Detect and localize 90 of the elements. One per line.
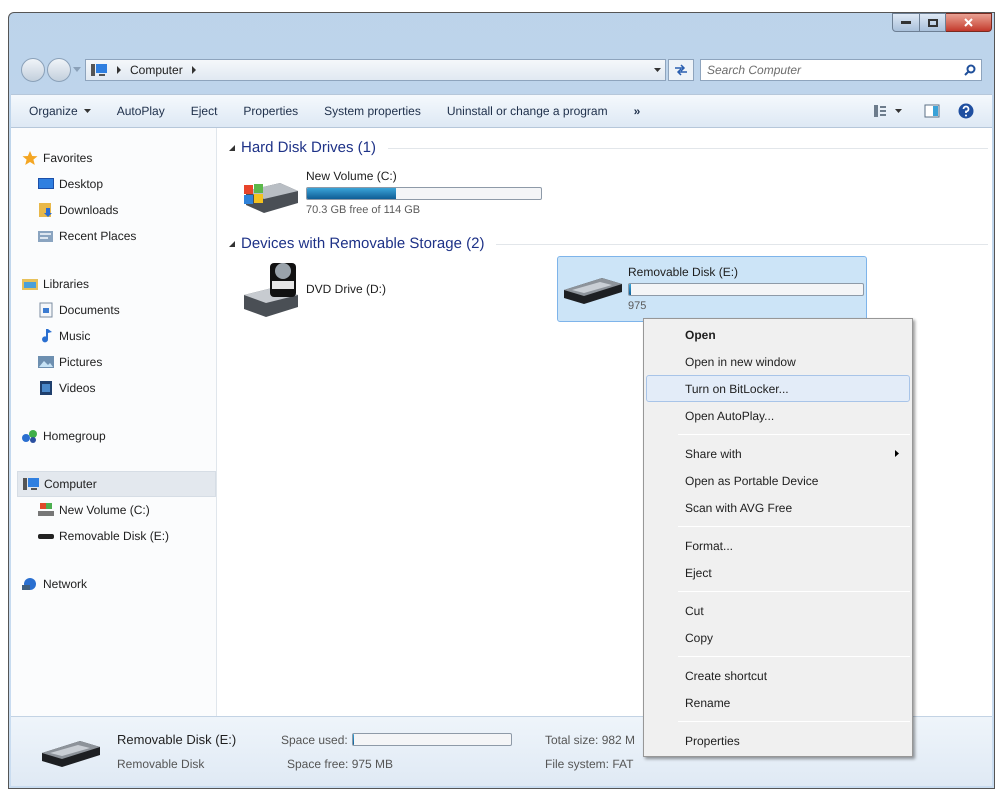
breadcrumb-arrow-icon bbox=[190, 66, 197, 74]
monitor-icon bbox=[37, 176, 55, 192]
menu-item[interactable]: Open bbox=[646, 321, 910, 348]
drive-name: New Volume (C:) bbox=[306, 168, 398, 186]
menu-item[interactable]: Open in new window bbox=[646, 348, 910, 375]
caret-icon bbox=[895, 109, 902, 113]
document-icon bbox=[37, 302, 55, 318]
view-options-button[interactable] bbox=[873, 104, 902, 118]
menu-item[interactable]: Eject bbox=[646, 559, 910, 586]
submenu-arrow-icon bbox=[895, 450, 899, 457]
overflow-button[interactable]: » bbox=[634, 102, 640, 120]
homegroup-icon bbox=[21, 428, 39, 444]
caret-icon bbox=[654, 68, 661, 72]
minimize-button[interactable] bbox=[892, 13, 920, 32]
menu-item[interactable]: Create shortcut bbox=[646, 662, 910, 689]
toolbar-button[interactable]: AutoPlay bbox=[116, 102, 165, 120]
nav-item[interactable]: Removable Disk (E:) bbox=[17, 523, 216, 549]
menu-item[interactable]: Format... bbox=[646, 532, 910, 559]
nav-item[interactable]: New Volume (C:) bbox=[17, 497, 216, 523]
toolbar-button[interactable]: Eject bbox=[190, 102, 218, 120]
nav-item[interactable]: Videos bbox=[17, 375, 216, 401]
nav-item[interactable]: Favorites bbox=[17, 145, 216, 171]
drive-tile[interactable]: DVD Drive (D:) bbox=[235, 256, 545, 322]
preview-pane-icon bbox=[924, 104, 940, 118]
toolbar-button[interactable]: Organize bbox=[29, 102, 91, 120]
computer-icon bbox=[22, 476, 40, 492]
menu-item[interactable]: Rename bbox=[646, 689, 910, 716]
maximize-icon bbox=[928, 18, 938, 26]
toolbar-button[interactable]: Uninstall or change a program bbox=[446, 102, 608, 120]
address-bar[interactable]: Computer bbox=[85, 59, 666, 81]
nav-item[interactable]: Downloads bbox=[17, 197, 216, 223]
nav-item[interactable]: Computer bbox=[17, 471, 216, 497]
details-title: Removable Disk (E:) bbox=[117, 730, 238, 749]
drive-free-space: 975 bbox=[628, 299, 648, 314]
menu-item[interactable]: Copy bbox=[646, 624, 910, 651]
drive-tile[interactable]: New Volume (C:) 70.3 GB free of 114 GB bbox=[235, 160, 545, 226]
caret-icon bbox=[84, 109, 91, 113]
nav-item[interactable]: Music bbox=[17, 323, 216, 349]
toolbar-button[interactable]: System properties bbox=[324, 102, 421, 120]
breadcrumb[interactable]: Computer bbox=[130, 61, 183, 79]
close-button[interactable] bbox=[946, 13, 992, 32]
maximize-button[interactable] bbox=[920, 13, 946, 32]
picture-icon bbox=[37, 354, 55, 370]
folder-icon bbox=[21, 276, 39, 292]
view-list-icon bbox=[873, 104, 887, 118]
network-icon bbox=[21, 576, 39, 592]
close-icon bbox=[964, 18, 973, 27]
menu-item[interactable]: Turn on BitLocker... bbox=[646, 375, 910, 402]
refresh-icon bbox=[674, 64, 688, 76]
folder-icon bbox=[37, 202, 55, 218]
menu-item[interactable]: Share with bbox=[646, 440, 910, 467]
menu-item[interactable]: Cut bbox=[646, 597, 910, 624]
menu-item[interactable]: Properties bbox=[646, 727, 910, 754]
breadcrumb-arrow-icon bbox=[116, 66, 122, 74]
star-icon bbox=[21, 150, 39, 166]
total-size-text: Total size: 982 M bbox=[545, 732, 636, 748]
collapse-arrow-icon[interactable] bbox=[229, 145, 235, 151]
group-header[interactable]: Hard Disk Drives (1) bbox=[241, 136, 376, 160]
minimize-icon bbox=[901, 21, 911, 24]
file-system-text: File system: FAT bbox=[545, 756, 634, 772]
help-icon bbox=[958, 103, 974, 119]
menu-item[interactable]: Scan with AVG Free bbox=[646, 494, 910, 521]
search-field[interactable]: Search Computer bbox=[700, 59, 982, 81]
nav-item[interactable]: Network bbox=[17, 571, 216, 597]
help-button[interactable] bbox=[958, 103, 974, 119]
nav-item[interactable]: Recent Places bbox=[17, 223, 216, 249]
menu-item[interactable]: Open as Portable Device bbox=[646, 467, 910, 494]
film-icon bbox=[37, 380, 55, 396]
drive-icon bbox=[37, 502, 55, 518]
drive-name: Removable Disk (E:) bbox=[628, 264, 740, 282]
folder-icon bbox=[37, 228, 55, 244]
drive-free-space: 70.3 GB free of 114 GB bbox=[306, 203, 422, 218]
nav-item[interactable]: Homegroup bbox=[17, 423, 216, 449]
refresh-button[interactable] bbox=[668, 59, 694, 81]
search-icon bbox=[964, 64, 976, 76]
space-free-text: Space free: 975 MB bbox=[286, 756, 394, 772]
toolbar-button[interactable]: Properties bbox=[243, 102, 298, 120]
nav-item[interactable]: Pictures bbox=[17, 349, 216, 375]
nav-item[interactable]: Desktop bbox=[17, 171, 216, 197]
menu-item[interactable]: Open AutoPlay... bbox=[646, 402, 910, 429]
computer-icon bbox=[90, 62, 108, 78]
details-type: Removable Disk bbox=[117, 756, 206, 774]
drive-name: DVD Drive (D:) bbox=[306, 281, 387, 298]
preview-pane-button[interactable] bbox=[924, 104, 940, 118]
collapse-arrow-icon[interactable] bbox=[229, 241, 235, 247]
nav-item[interactable]: Documents bbox=[17, 297, 216, 323]
drive-tile[interactable]: Removable Disk (E:) 975 bbox=[557, 256, 867, 322]
group-header[interactable]: Devices with Removable Storage (2) bbox=[241, 232, 484, 256]
nav-item[interactable]: Libraries bbox=[17, 271, 216, 297]
space-used-label: Space used: bbox=[281, 732, 348, 748]
